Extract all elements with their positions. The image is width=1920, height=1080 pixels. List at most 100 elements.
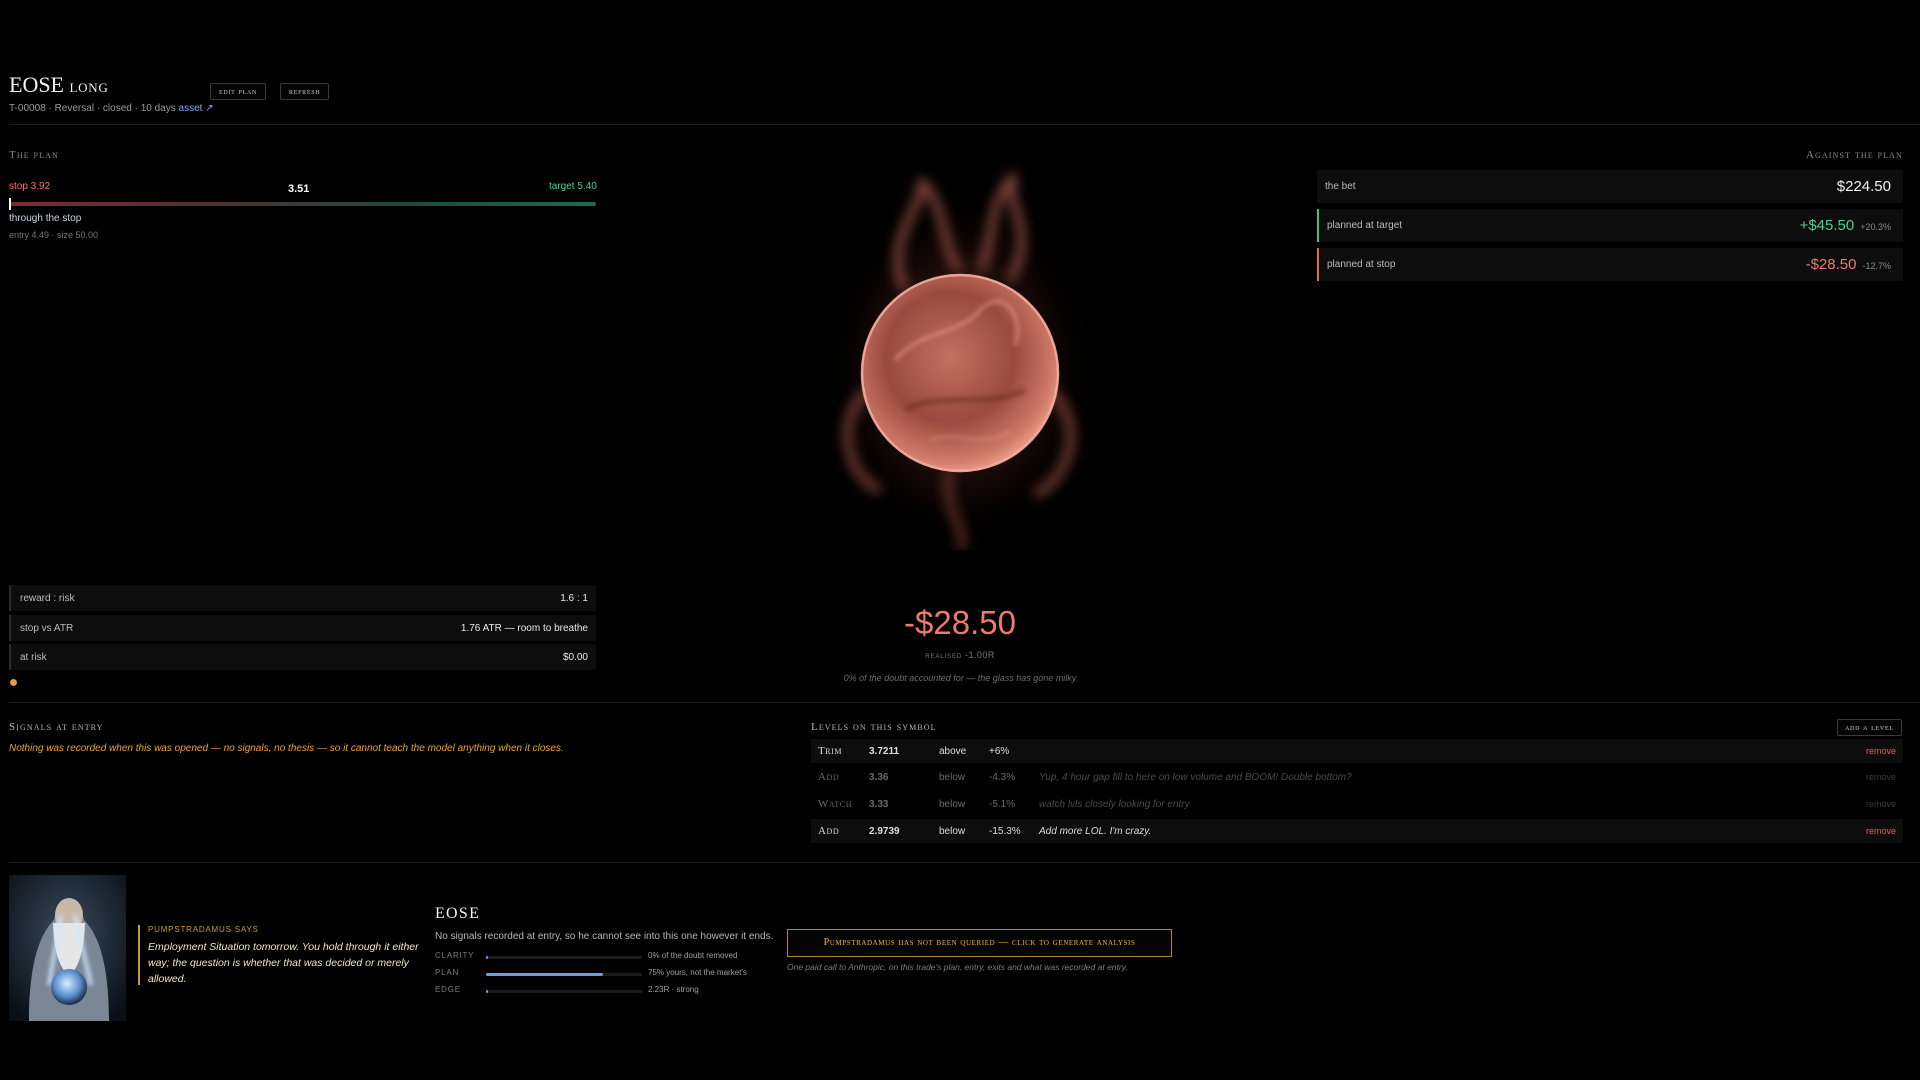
against-value: $224.50 [1836,178,1891,195]
level-type: Add [818,771,840,783]
target-label: target 5.40 [549,181,597,192]
remove-level-button[interactable]: remove [1863,746,1903,756]
oracle-says-label: PUMPSTRADAMUS SAYS [148,925,259,934]
level-price: 3.7211 [869,745,900,757]
level-type: Add [818,825,840,837]
current-price-label: 3.51 [288,183,310,195]
against-section-label: Against the plan [1806,149,1903,161]
level-price: 2.9739 [869,825,900,837]
doubt-text: 0% of the doubt accounted for — the glas… [843,673,1077,683]
against-value: +$45.50 [1799,217,1855,234]
plan-section-label: The plan [9,149,59,161]
against-value: -$28.50 [1805,256,1857,273]
meter-clarity: CLARITY 0% of the doubt removed [435,951,775,963]
level-relation: below [939,825,966,837]
page-header: EOSE long T-00008 · Reversal · closed · … [9,72,214,114]
trade-direction: long [69,76,109,96]
level-relation: below [939,771,966,783]
metric-reward-risk: reward : risk 1.6 : 1 [9,585,596,611]
entry-info: entry 4.49 · size 50.00 [9,230,99,240]
trade-symbol: EOSE [9,72,64,97]
asset-link[interactable]: asset ↗ [179,103,214,114]
meter-label: PLAN [435,968,460,977]
levels-section-label: Levels on this symbol [811,721,937,733]
level-row: Add 3.36 below -4.3% Yup, 4 hour gap fil… [811,765,1903,789]
level-type: Trim [818,745,843,757]
against-pct: +20.3% [1860,222,1891,232]
level-note: watch lvls closely looking for entry [1039,798,1190,810]
metric-key: at risk [20,651,47,663]
remove-level-button[interactable]: remove [1863,772,1903,782]
meter-fill [486,973,603,976]
level-pct: -5.1% [989,798,1016,810]
against-pct: -12.7% [1862,261,1891,271]
level-row: Watch 3.33 below -5.1% watch lvls closel… [811,792,1903,816]
oracle-subtitle: No signals recorded at entry, so he cann… [435,931,774,942]
meter-value: 2.23R · strong [648,985,699,994]
level-pct: -15.3% [989,825,1021,837]
against-key: the bet [1325,181,1356,192]
meter-edge: EDGE 2.23R · strong [435,985,775,997]
crystal-orb [810,160,1110,552]
meter-track [486,990,642,993]
realised-pnl: -$28.50 [904,604,1016,641]
add-level-button[interactable]: add a level [1837,719,1902,736]
stop-label: stop 3.92 [9,181,51,192]
level-row: Trim 3.7211 above +6% remove [811,739,1903,763]
level-note: Add more LOL. I'm crazy. [1039,825,1152,837]
page-title: EOSE long [9,72,214,98]
realised-r-value: -1.00R [965,650,995,660]
realised-r: realised -1.00R [800,650,1120,660]
remove-level-button[interactable]: remove [1863,826,1903,836]
meter-plan: PLAN 75% yours, not the market's [435,968,775,980]
edit-plan-button[interactable]: edit plan [210,83,267,100]
metric-stop-vs-atr: stop vs ATR 1.76 ATR — room to breathe [9,615,596,641]
generate-analysis-button[interactable]: Pumpstradamus has not been queried — cli… [787,929,1172,957]
header-divider [9,124,1920,125]
plan-range-bar [9,202,596,206]
status-dot [10,679,17,686]
realised-label: realised [925,650,963,660]
meter-fill [486,956,488,959]
meter-track [486,956,642,959]
signals-section-label: Signals at entry [9,721,104,733]
against-key: planned at stop [1327,259,1396,270]
meter-fill [486,990,488,993]
level-relation: above [939,745,967,757]
refresh-button[interactable]: refresh [280,83,330,100]
level-type: Watch [818,798,853,810]
trade-subtitle: T-00008 · Reversal · closed · 10 days as… [9,103,214,114]
meter-value: 75% yours, not the market's [648,968,747,977]
mid-divider [9,702,1920,703]
metric-key: stop vs ATR [20,622,74,634]
remove-level-button[interactable]: remove [1863,799,1903,809]
oracle-says-text: Employment Situation tomorrow. You hold … [148,941,419,985]
against-row-bet: the bet $224.50 [1317,170,1903,203]
bottom-divider [9,862,1920,863]
against-key: planned at target [1327,220,1403,231]
query-note: One paid call to Anthropic, on this trad… [787,962,1128,972]
wizard-image [9,875,126,1021]
level-relation: below [939,798,966,810]
signals-message: Nothing was recorded when this was opene… [9,743,564,754]
level-note: Yup, 4 hour gap fill to here on low volu… [1039,771,1352,783]
level-price: 3.36 [869,771,889,783]
level-row: Add 2.9739 below -15.3% Add more LOL. I'… [811,819,1903,843]
level-pct: +6% [989,745,1010,757]
oracle-portrait [9,875,126,1021]
orb-graphic [820,172,1100,552]
meter-label: EDGE [435,985,461,994]
says-accent-bar [138,925,140,985]
metric-value: 1.76 ATR — room to breathe [460,622,588,634]
plan-status: through the stop [9,213,82,224]
level-pct: -4.3% [989,771,1016,783]
metric-key: reward : risk [20,592,75,604]
meter-value: 0% of the doubt removed [648,951,738,960]
metric-value: $0.00 [562,651,588,663]
meter-label: CLARITY [435,951,475,960]
metric-at-risk: at risk $0.00 [9,644,596,670]
metric-value: 1.6 : 1 [560,592,588,604]
trade-meta: T-00008 · Reversal · closed · 10 days [9,103,176,114]
current-price-marker [9,198,11,210]
meter-track [486,973,642,976]
